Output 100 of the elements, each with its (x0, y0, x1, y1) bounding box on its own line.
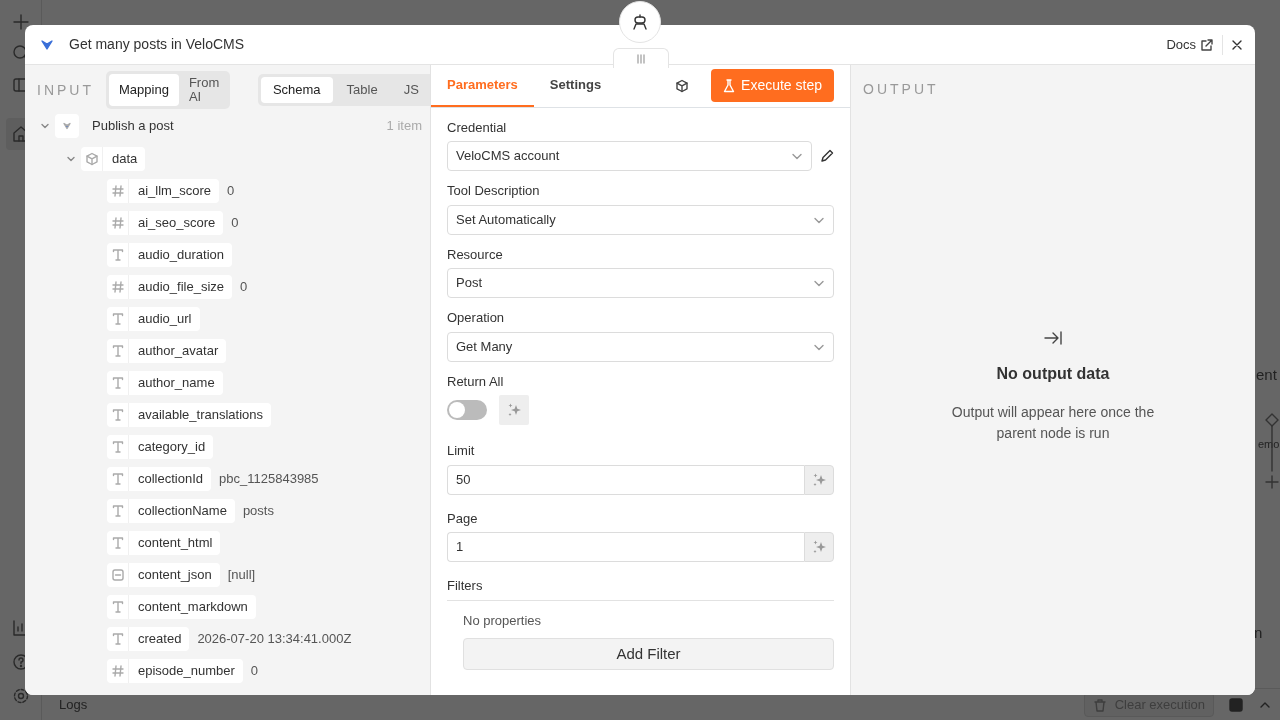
schema-field[interactable]: available_translations (107, 403, 272, 427)
empty-text: Output will appear here once the parent node is run (950, 403, 1156, 443)
text-type-icon (110, 376, 125, 390)
hash-icon (110, 184, 125, 198)
expand-icon[interactable] (1228, 696, 1244, 713)
node-logo-icon (41, 38, 53, 51)
text-type-icon (110, 408, 125, 422)
schema-field[interactable]: audio_file_size (107, 275, 232, 299)
field-name: content_json (137, 566, 213, 585)
field-name: audio_duration (137, 246, 226, 265)
field-label: Filters (447, 576, 834, 601)
field-label: Tool Description (447, 182, 541, 200)
schema-field[interactable]: ai_llm_score (107, 179, 219, 203)
dropdown[interactable]: VeloCMS account (447, 141, 812, 171)
text-type-icon (110, 504, 125, 518)
schema-field[interactable]: audio_duration (107, 243, 233, 267)
field-name: content_markdown (137, 598, 249, 617)
flask-icon (723, 78, 736, 93)
schema-field[interactable]: author_name (107, 371, 223, 395)
schema-field[interactable]: collectionName (107, 499, 235, 523)
text-type-icon (110, 248, 125, 262)
panel-label: INPUT (37, 80, 94, 100)
schema-field[interactable]: created (107, 627, 190, 651)
panel-tab[interactable]: Settings (533, 65, 618, 107)
add-filter-button[interactable]: Add Filter (463, 638, 834, 670)
plus-icon[interactable] (12, 13, 30, 31)
field-name: ai_seo_score (137, 214, 217, 233)
schema-field[interactable]: category_id (107, 435, 214, 459)
logs-label: Logs (59, 695, 88, 714)
pencil-icon[interactable] (820, 149, 834, 163)
cube-icon (84, 152, 99, 166)
canvas-text: emo (1258, 437, 1280, 452)
schema-field[interactable]: episode_number (107, 659, 243, 683)
dropdown[interactable]: Post (447, 268, 834, 298)
close-icon (1231, 38, 1243, 51)
external-link-icon (1200, 37, 1214, 52)
view-tab[interactable]: Table (334, 77, 390, 103)
canvas-text: ent (1256, 365, 1277, 385)
field-name: created (137, 630, 183, 649)
hash-icon (110, 216, 125, 230)
field-name: Publish a post (91, 117, 175, 136)
mode-tab[interactable]: Mapping (109, 74, 179, 106)
robot-icon (631, 13, 649, 31)
field-label: Return All (447, 372, 505, 391)
text-type-icon (110, 536, 125, 550)
docs-link[interactable]: Docs (1166, 34, 1214, 55)
schema-field[interactable]: Publish a post (55, 114, 182, 138)
field-value: 2026-07-20 13:34:41.000Z (197, 630, 352, 649)
field-name: collectionId (137, 470, 205, 489)
field-value: [null] (227, 566, 256, 585)
dropdown[interactable]: Set Automatically (447, 204, 834, 235)
field-name: category_id (137, 438, 207, 457)
robot-node-button[interactable] (619, 1, 661, 43)
text-type-icon (110, 344, 125, 358)
field-label: Resource (447, 245, 504, 264)
close-button[interactable] (1231, 38, 1243, 51)
schema-field[interactable]: content_markdown (107, 595, 256, 619)
dialog-title: Get many posts in VeloCMS (69, 35, 245, 54)
field-name: author_avatar (137, 342, 220, 361)
field-value: 0 (240, 278, 248, 297)
schema-field[interactable]: audio_url (107, 307, 200, 331)
hash-icon (110, 664, 125, 678)
field-name: collectionName (137, 502, 228, 521)
field-name: author_name (137, 374, 216, 393)
field-name: data (111, 150, 139, 169)
schema-field[interactable]: data (81, 147, 146, 171)
field-name: content_html (137, 534, 214, 553)
settings-icon[interactable] (12, 687, 30, 705)
field-name: episode_number (137, 662, 236, 681)
item-count: 1 item (386, 117, 423, 136)
field-value: 0 (227, 182, 235, 201)
field-value: 0 (231, 214, 239, 233)
dropdown[interactable]: Get Many (447, 331, 834, 362)
sparkle-icon (811, 539, 827, 555)
field-name: available_translations (137, 406, 265, 425)
drag-handle[interactable] (613, 48, 669, 68)
input-field[interactable]: 50 (447, 464, 804, 495)
text-type-icon (110, 312, 125, 326)
schema-field[interactable]: ai_seo_score (107, 211, 224, 235)
schema-field[interactable]: content_json (107, 563, 220, 587)
field-name: audio_url (137, 310, 193, 329)
toggle-switch[interactable] (447, 400, 487, 420)
trash-icon (1092, 697, 1107, 712)
mode-tab[interactable]: From AI (180, 74, 227, 106)
view-tab[interactable]: Schema (260, 77, 333, 103)
arrow-to-line-icon (1043, 330, 1063, 346)
field-label: Credential (447, 118, 508, 137)
input-field[interactable]: 1 (447, 532, 804, 562)
cube-icon[interactable] (675, 78, 690, 93)
schema-field[interactable]: collectionId (107, 467, 212, 491)
null-type-icon (110, 568, 125, 582)
sparkle-icon (506, 402, 522, 418)
schema-field[interactable]: author_avatar (107, 339, 227, 363)
grip-icon (636, 53, 646, 64)
view-tab[interactable]: JS (391, 77, 430, 103)
field-label: Operation (447, 309, 506, 327)
panel-label: OUTPUT (862, 80, 940, 99)
text-type-icon (110, 440, 125, 454)
schema-field[interactable]: content_html (107, 531, 221, 555)
text-type-icon (110, 600, 125, 614)
